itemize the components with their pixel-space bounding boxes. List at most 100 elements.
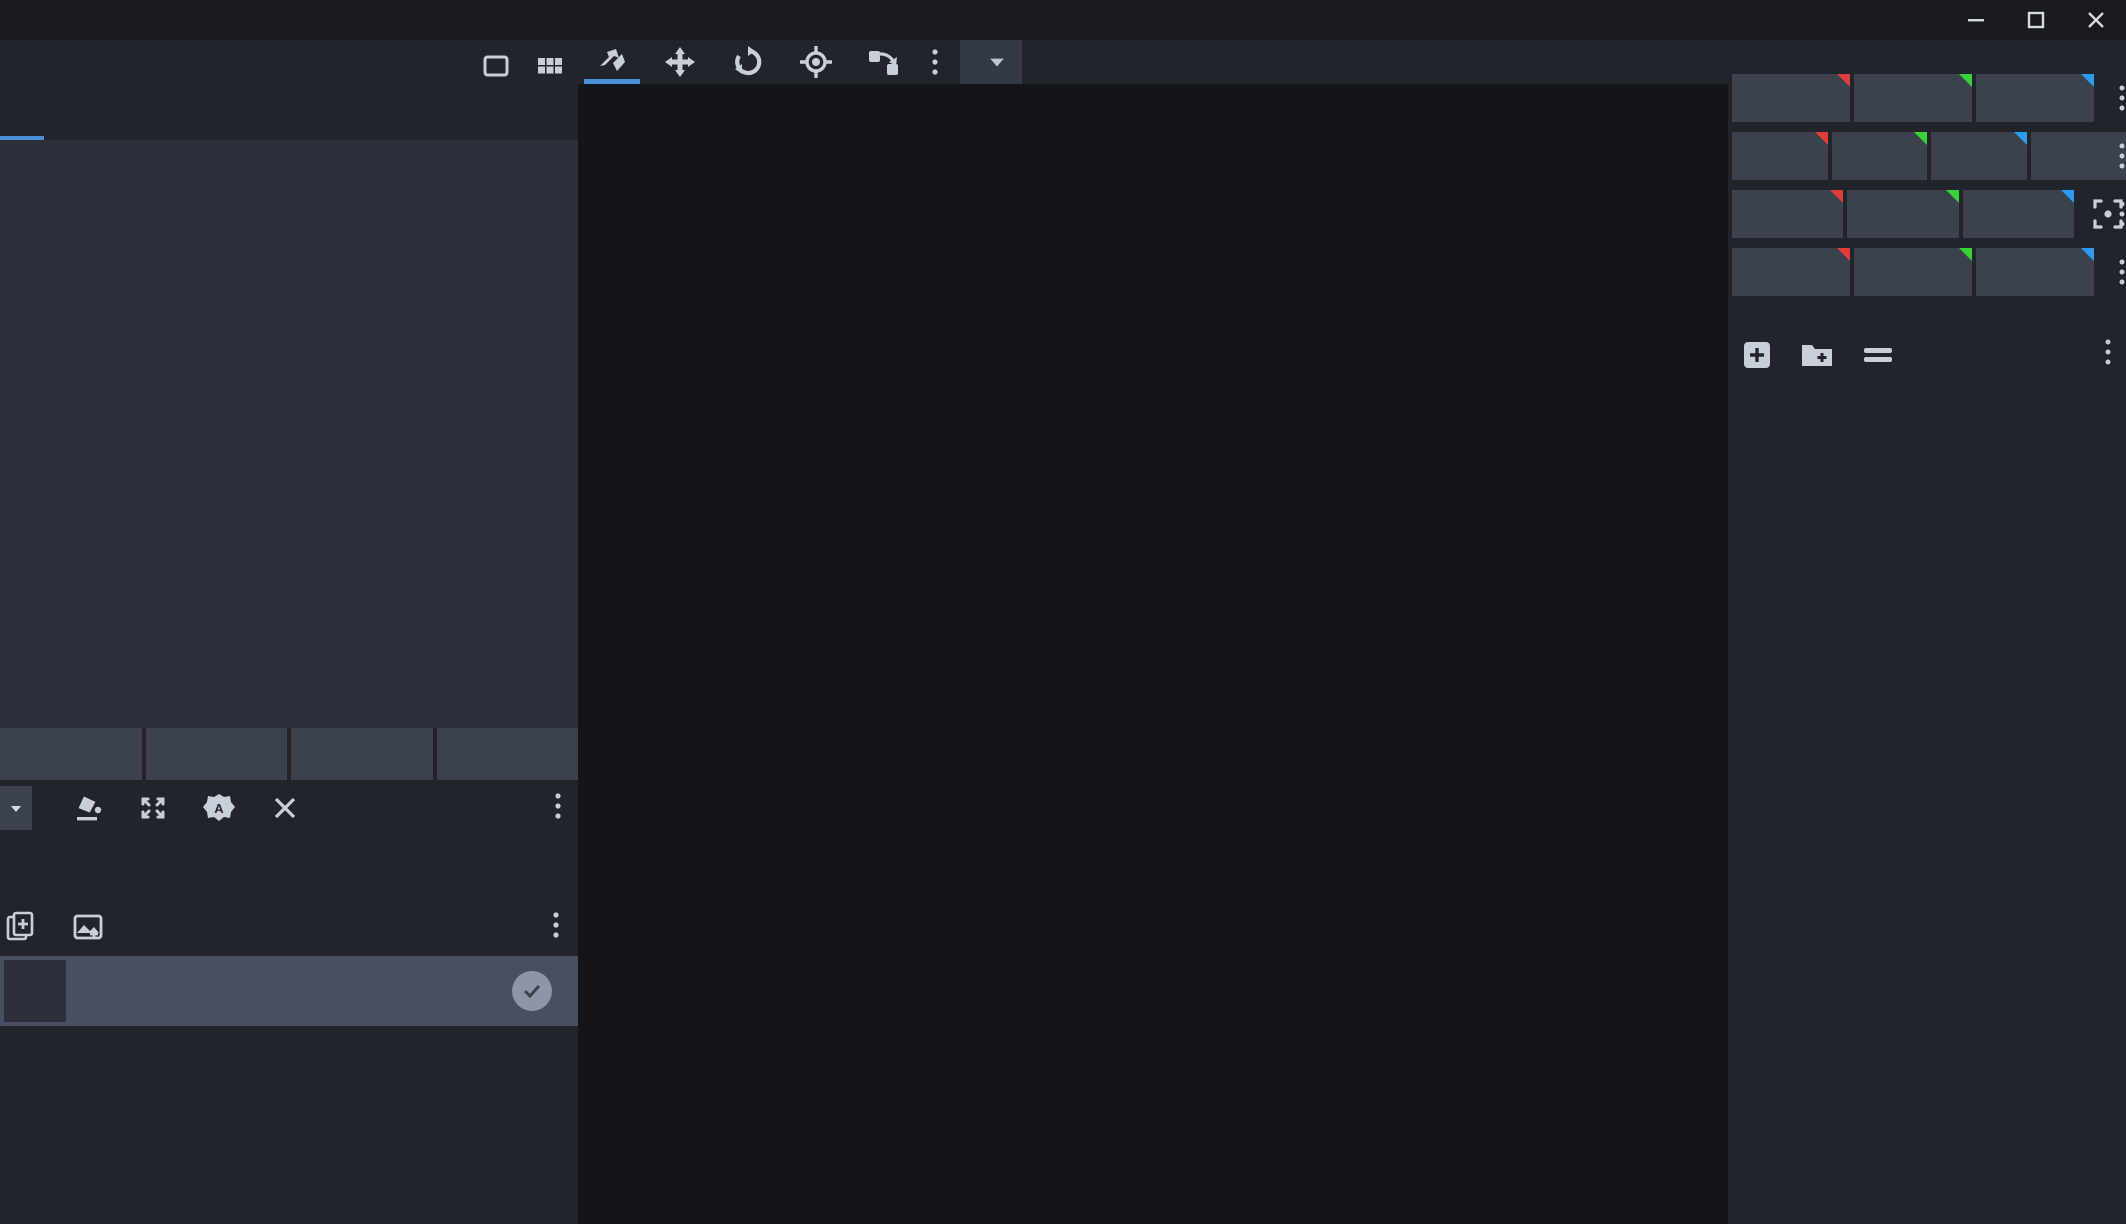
position-y-field[interactable]: [1854, 74, 1972, 122]
resize-tool[interactable]: [646, 40, 714, 84]
rotation-z-field[interactable]: [1976, 248, 2094, 296]
single-face-icon[interactable]: [482, 52, 510, 80]
rotation-more-icon[interactable]: [2118, 257, 2126, 287]
position-z-field[interactable]: [1976, 74, 2094, 122]
maximize-icon[interactable]: [2006, 0, 2066, 40]
uv-value-3[interactable]: [436, 728, 578, 780]
outliner-panel-title: [1728, 296, 2126, 328]
axis-marker-z: [2013, 132, 2027, 145]
uv-value-row: [0, 728, 578, 780]
uv-face-west[interactable]: [88, 120, 132, 140]
menu-help[interactable]: [190, 17, 222, 23]
transform-toolbar: [578, 40, 1728, 84]
menu-bar: [30, 17, 222, 23]
axis-marker-y: [1959, 74, 1972, 87]
menu-view[interactable]: [158, 17, 190, 23]
uv-mode-select[interactable]: [0, 786, 32, 830]
expand-icon[interactable]: [120, 791, 186, 825]
texture-list-item[interactable]: [0, 956, 578, 1026]
position-more-icon[interactable]: [2118, 83, 2126, 113]
rotate-tool[interactable]: [714, 40, 782, 84]
add-cube-icon[interactable]: [1742, 340, 1772, 370]
grid-faces-icon[interactable]: [536, 52, 564, 80]
uv-canvas[interactable]: [0, 140, 578, 728]
right-panel: [1728, 40, 2126, 1224]
position-x-field[interactable]: [1732, 74, 1850, 122]
axis-marker-z: [2060, 190, 2074, 203]
toolbar-more-icon[interactable]: [918, 46, 952, 78]
axis-marker-y: [1945, 190, 1959, 203]
add-image-icon[interactable]: [72, 911, 104, 943]
textures-more-icon[interactable]: [552, 909, 560, 946]
add-texture-icon[interactable]: [6, 911, 38, 943]
size-z-field[interactable]: [1931, 132, 2027, 180]
rotation-y-field[interactable]: [1854, 248, 1972, 296]
menu-transform[interactable]: [94, 17, 126, 23]
position-label: [1728, 64, 2126, 74]
axis-marker-y: [1959, 248, 1972, 261]
size-more-icon[interactable]: [2118, 141, 2126, 171]
pivot-x-field[interactable]: [1732, 190, 1844, 238]
axis-marker-x: [1830, 190, 1844, 203]
chevron-down-icon: [11, 806, 21, 812]
svg-text:A: A: [214, 801, 224, 816]
uv-header-icons: [482, 52, 564, 80]
axis-marker-x: [1837, 74, 1850, 87]
move-tool[interactable]: [578, 40, 646, 84]
minimize-icon[interactable]: [1946, 0, 2006, 40]
close-icon[interactable]: [2066, 0, 2126, 40]
pivot-point-label: [1728, 180, 2126, 190]
size-x-field[interactable]: [1732, 132, 1828, 180]
add-group-icon[interactable]: [1800, 340, 1834, 370]
collapse-icon[interactable]: [1862, 340, 1894, 370]
uv-panel-header: [0, 40, 578, 92]
axis-marker-x: [1814, 132, 1828, 145]
uv-value-0[interactable]: [0, 728, 142, 780]
chevron-down-icon: [990, 58, 1004, 67]
check-icon[interactable]: [512, 971, 552, 1011]
uv-toolbar-more-icon[interactable]: [554, 790, 562, 827]
uv-face-tabs: [0, 92, 578, 140]
rotation-row: [1728, 248, 2126, 296]
menu-filter[interactable]: [126, 17, 158, 23]
transform-space-select[interactable]: [960, 40, 1022, 84]
size-y-field[interactable]: [1831, 132, 1927, 180]
uv-value-2[interactable]: [291, 728, 433, 780]
size-label: [1728, 122, 2126, 132]
outliner-count-area: [2104, 337, 2122, 374]
fill-icon[interactable]: [54, 791, 120, 825]
axis-marker-z: [2081, 74, 2094, 87]
window-controls: [1946, 0, 2126, 40]
position-row: [1728, 74, 2126, 122]
title-bar: [0, 0, 2126, 40]
uv-face-north[interactable]: [0, 120, 44, 140]
menu-edit[interactable]: [62, 17, 94, 23]
pivot-more-icon[interactable]: [2118, 199, 2126, 229]
size-row: [1728, 132, 2126, 180]
3d-viewport[interactable]: [578, 84, 1728, 1224]
axis-marker-z: [2081, 248, 2094, 261]
clear-icon[interactable]: [252, 792, 318, 824]
vertex-snap-tool[interactable]: [850, 40, 918, 84]
pivot-y-field[interactable]: [1847, 190, 1959, 238]
axis-marker-x: [1837, 248, 1850, 261]
uv-face-south[interactable]: [44, 120, 88, 140]
uv-face-east[interactable]: [132, 120, 176, 140]
textures-toolbar: [0, 898, 578, 956]
rotation-x-field[interactable]: [1732, 248, 1850, 296]
uv-face-up[interactable]: [176, 120, 220, 140]
size-inflate-field[interactable]: [2030, 132, 2126, 180]
uv-texture-atlas[interactable]: [0, 140, 518, 658]
auto-uv-icon[interactable]: A: [186, 791, 252, 825]
pivot-tool[interactable]: [782, 40, 850, 84]
menu-file[interactable]: [30, 17, 62, 23]
uv-value-1[interactable]: [145, 728, 287, 780]
texture-thumbnail: [4, 960, 66, 1022]
pivot-z-field[interactable]: [1962, 190, 2074, 238]
center-area: [578, 40, 1728, 1224]
textures-list: [0, 956, 578, 1026]
textures-panel-header: [0, 836, 578, 898]
uv-face-down[interactable]: [220, 120, 264, 140]
outliner-toolbar: [1728, 328, 2126, 382]
outliner-more-icon[interactable]: [2104, 337, 2112, 374]
